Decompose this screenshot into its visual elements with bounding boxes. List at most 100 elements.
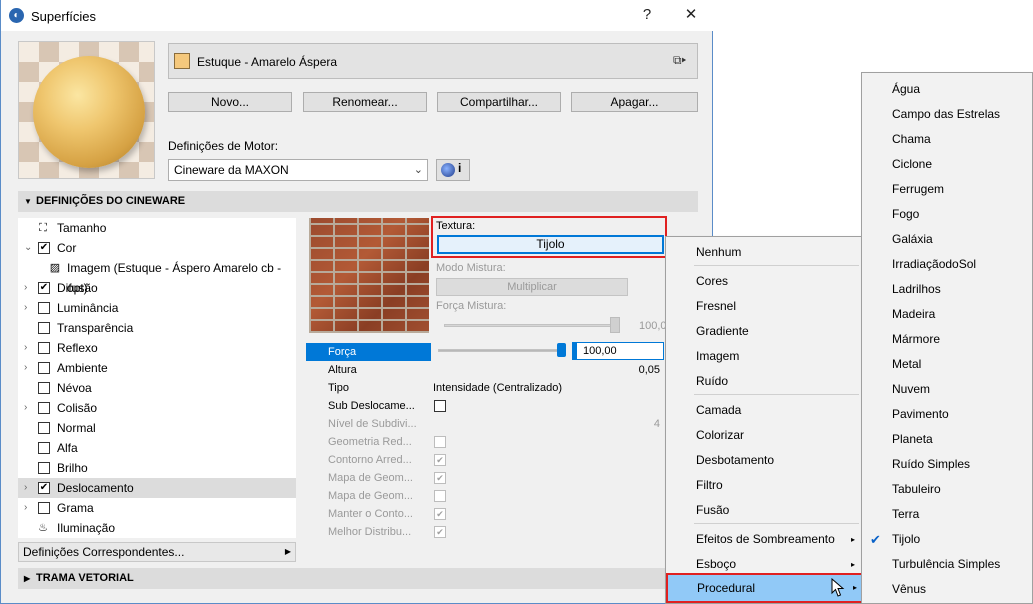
channel-checkbox[interactable]: ✔ — [38, 242, 50, 254]
procedural-item[interactable]: Ruído Simples — [862, 452, 1032, 477]
property-checkbox[interactable]: ✔ — [434, 508, 446, 520]
menu-item[interactable]: Ruído — [666, 369, 861, 394]
procedural-item[interactable]: Madeira — [862, 302, 1032, 327]
property-row[interactable]: Geometria Red... — [306, 433, 666, 451]
channel-item[interactable]: › Luminância — [18, 298, 296, 318]
property-row[interactable]: Mapa de Geom... — [306, 487, 666, 505]
mix-mode-button[interactable]: Multiplicar — [436, 278, 628, 296]
share-button[interactable]: Compartilhar... — [437, 92, 561, 112]
procedural-item[interactable]: Campo das Estrelas — [862, 102, 1032, 127]
menu-item[interactable]: Efeitos de Sombreamento ▸ — [666, 527, 861, 552]
menu-item[interactable]: Cores — [666, 269, 861, 294]
property-row[interactable]: Contorno Arred... ✔ — [306, 451, 666, 469]
force-value-input[interactable]: 100,00 — [572, 342, 664, 360]
corresponding-settings-button[interactable]: Definições Correspondentes... ▶ — [18, 542, 296, 562]
channel-item[interactable]: Transparência — [18, 318, 296, 338]
chevron-right-icon[interactable]: › — [24, 358, 27, 378]
procedural-item[interactable]: IrradiaçãodoSol — [862, 252, 1032, 277]
surface-picker-icon[interactable]: ⧉▸ — [673, 53, 686, 68]
menu-item[interactable]: Colorizar — [666, 423, 861, 448]
channel-checkbox[interactable] — [38, 402, 50, 414]
channel-checkbox[interactable]: ✔ — [38, 482, 50, 494]
property-value[interactable]: Intensidade (Centralizado) — [433, 379, 562, 397]
channel-item[interactable]: ⛶ Tamanho — [18, 218, 296, 238]
procedural-item[interactable]: Chama — [862, 127, 1032, 152]
mix-force-slider-thumb[interactable] — [610, 317, 620, 333]
property-checkbox[interactable] — [434, 490, 446, 502]
channel-item[interactable]: › Ambiente — [18, 358, 296, 378]
trama-section-header[interactable]: ▶ TRAMA VETORIAL — [18, 568, 698, 589]
channel-item[interactable]: ⌄ ✔ Cor — [18, 238, 296, 258]
channel-item[interactable]: › Reflexo — [18, 338, 296, 358]
procedural-item[interactable]: Terra — [862, 502, 1032, 527]
procedural-item[interactable]: Fogo — [862, 202, 1032, 227]
channel-checkbox[interactable]: ✔ — [38, 282, 50, 294]
delete-button[interactable]: Apagar... — [571, 92, 698, 112]
channel-item[interactable]: › Grama — [18, 498, 296, 518]
chevron-right-icon[interactable]: › — [24, 338, 27, 358]
menu-item[interactable]: Fusão — [666, 498, 861, 523]
property-checkbox[interactable]: ✔ — [434, 526, 446, 538]
menu-item[interactable]: Fresnel — [666, 294, 861, 319]
property-checkbox[interactable] — [434, 400, 446, 412]
property-value[interactable]: 0,05 — [639, 361, 660, 379]
channel-item[interactable]: › Colisão — [18, 398, 296, 418]
menu-item[interactable]: Imagem — [666, 344, 861, 369]
mix-force-value[interactable]: 100,0 — [639, 320, 667, 332]
menu-item[interactable]: Camada — [666, 398, 861, 423]
channel-checkbox[interactable] — [38, 362, 50, 374]
channel-item[interactable]: Normal — [18, 418, 296, 438]
cineware-section-header[interactable]: ▼ DEFINIÇÕES DO CINEWARE — [18, 191, 698, 212]
procedural-item[interactable]: Galáxia — [862, 227, 1032, 252]
channel-checkbox[interactable] — [38, 442, 50, 454]
procedural-item[interactable]: Ferrugem — [862, 177, 1032, 202]
channel-checkbox[interactable] — [38, 382, 50, 394]
procedural-item[interactable]: Turbulência Simples — [862, 552, 1032, 577]
chevron-right-icon[interactable]: › — [24, 298, 27, 318]
new-button[interactable]: Novo... — [168, 92, 292, 112]
force-slider-thumb[interactable] — [557, 343, 566, 357]
menu-item[interactable]: Filtro — [666, 473, 861, 498]
procedural-item[interactable]: Vênus — [862, 577, 1032, 602]
channel-item[interactable]: Brilho — [18, 458, 296, 478]
channel-checkbox[interactable] — [38, 502, 50, 514]
engine-info-button[interactable]: i — [436, 159, 470, 181]
chevron-right-icon[interactable]: › — [24, 478, 27, 498]
property-row[interactable]: Sub Deslocame... — [306, 397, 666, 415]
chevron-right-icon[interactable]: › — [24, 398, 27, 418]
property-row[interactable]: Tipo Intensidade (Centralizado) — [306, 379, 666, 397]
channel-checkbox[interactable] — [38, 462, 50, 474]
chevron-right-icon[interactable]: › — [24, 278, 27, 298]
procedural-item[interactable]: Tabuleiro — [862, 477, 1032, 502]
property-checkbox[interactable]: ✔ — [434, 472, 446, 484]
menu-item[interactable]: Nenhum — [666, 240, 861, 265]
chevron-down-icon[interactable]: ⌄ — [24, 238, 32, 258]
menu-item[interactable]: Desbotamento — [666, 448, 861, 473]
rename-button[interactable]: Renomear... — [303, 92, 427, 112]
procedural-item[interactable]: Mármore — [862, 327, 1032, 352]
property-row[interactable]: Manter o Conto... ✔ — [306, 505, 666, 523]
chevron-right-icon[interactable]: › — [24, 498, 27, 518]
menu-item[interactable]: Gradiente — [666, 319, 861, 344]
surface-name-box[interactable]: Estuque - Amarelo Áspera ⧉▸ — [168, 43, 698, 79]
channel-item[interactable]: › ✔ Difusão — [18, 278, 296, 298]
procedural-item[interactable]: Pavimento — [862, 402, 1032, 427]
texture-button[interactable]: Tijolo — [437, 235, 664, 254]
help-button[interactable]: ? — [632, 5, 662, 25]
procedural-item[interactable]: Metal — [862, 352, 1032, 377]
mix-force-slider[interactable] — [444, 324, 619, 327]
procedural-item[interactable]: Ciclone — [862, 152, 1032, 177]
channel-checkbox[interactable] — [38, 302, 50, 314]
procedural-item[interactable]: Ladrilhos — [862, 277, 1032, 302]
force-slider[interactable] — [438, 349, 566, 352]
property-row[interactable]: Melhor Distribu... ✔ — [306, 523, 666, 541]
channel-item[interactable]: ♨ Iluminação — [18, 518, 296, 538]
procedural-item[interactable]: Água — [862, 77, 1032, 102]
channel-checkbox[interactable] — [38, 342, 50, 354]
procedural-item[interactable]: Nuvem — [862, 377, 1032, 402]
property-checkbox[interactable] — [434, 436, 446, 448]
channel-item[interactable]: ▨ Imagem (Estuque - Áspero Amarelo cb -op… — [18, 258, 296, 295]
procedural-item[interactable]: ✔ Tijolo — [862, 527, 1032, 552]
channel-item[interactable]: Alfa — [18, 438, 296, 458]
property-row[interactable]: Nível de Subdivi... 4 — [306, 415, 666, 433]
